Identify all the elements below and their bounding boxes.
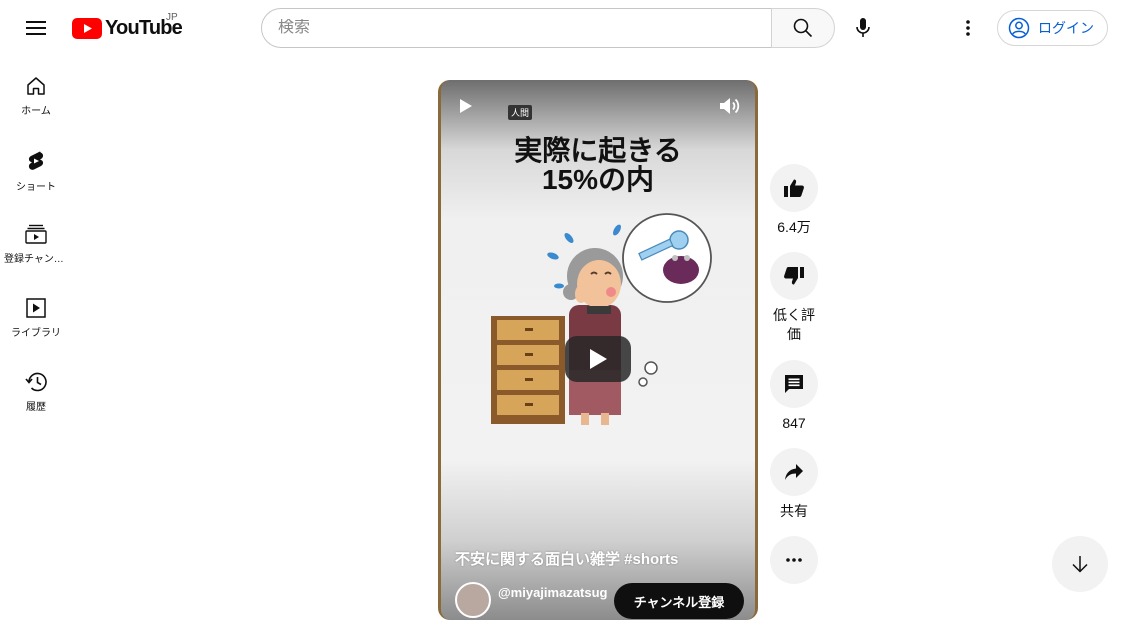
- comment-icon: [785, 375, 803, 393]
- search-box: [261, 8, 772, 48]
- masthead: YouTube JP ログイン: [0, 0, 1124, 56]
- subscribe-button[interactable]: チャンネル登録: [614, 583, 744, 619]
- voice-search-button[interactable]: [843, 8, 883, 48]
- play-icon: [590, 349, 607, 369]
- thumbs-down-icon: [784, 267, 804, 285]
- thought-bubble-image: [622, 213, 712, 387]
- home-icon: [27, 77, 45, 95]
- thumbs-up-icon: [784, 179, 804, 197]
- drawer-chest-image: [491, 316, 565, 424]
- play-icon: [460, 99, 472, 113]
- menu-button[interactable]: [20, 12, 52, 44]
- library-icon: [26, 298, 46, 318]
- comment-action: 847: [770, 360, 818, 448]
- sidebar-item-history[interactable]: 履歴: [0, 352, 72, 426]
- mini-guide: ホーム ショート 登録チャンネル ライブラリ 履歴: [0, 56, 72, 426]
- shorts-icon: [28, 151, 44, 170]
- sidebar-item-library[interactable]: ライブラリ: [0, 278, 72, 352]
- login-label: ログイン: [1038, 20, 1094, 36]
- comments-button[interactable]: [770, 360, 818, 408]
- volume-button[interactable]: [719, 96, 741, 121]
- video-caption[interactable]: 不安に関する面白い雑学 #shorts: [455, 548, 678, 569]
- dislike-action: 低く評価: [770, 252, 818, 360]
- video-overlay-title: 実際に起きる 15%の内: [441, 136, 755, 194]
- channel-avatar[interactable]: [455, 582, 491, 618]
- youtube-play-logo-icon: [72, 17, 102, 39]
- more-actions-button[interactable]: [770, 536, 818, 584]
- region-code: JP: [166, 12, 178, 23]
- sidebar-item-label: 登録チャンネル: [4, 254, 68, 265]
- sidebar-item-home[interactable]: ホーム: [0, 56, 72, 130]
- shorts-actions: 6.4万 低く評価 847 共有: [770, 164, 818, 584]
- microphone-icon: [856, 18, 870, 37]
- more-vertical-icon: [966, 20, 970, 36]
- video-frame[interactable]: 人間 実際に起きる 15%の内 不安に関する面白い雑学 #shorts @miy…: [441, 80, 755, 620]
- sidebar-item-subscriptions[interactable]: 登録チャンネル: [0, 204, 72, 278]
- hamburger-icon: [26, 21, 46, 35]
- sidebar-item-label: ショート: [16, 182, 56, 193]
- like-button[interactable]: [770, 164, 818, 212]
- sidebar-item-label: 履歴: [26, 402, 46, 413]
- search-button[interactable]: [771, 8, 835, 48]
- settings-menu-button[interactable]: [952, 12, 984, 44]
- center-play-button[interactable]: [565, 336, 631, 382]
- share-label: 共有: [780, 503, 808, 519]
- account-icon: [1008, 17, 1030, 39]
- dislike-button[interactable]: [770, 252, 818, 300]
- share-action: 共有: [770, 448, 818, 536]
- search-icon: [793, 18, 813, 38]
- share-icon: [785, 464, 803, 480]
- sidebar-item-label: ホーム: [21, 106, 51, 117]
- like-count: 6.4万: [777, 219, 811, 235]
- next-video-button[interactable]: [1052, 536, 1108, 592]
- volume-icon: [720, 98, 740, 114]
- play-pause-button[interactable]: [459, 98, 473, 119]
- sidebar-item-shorts[interactable]: ショート: [0, 130, 72, 204]
- like-action: 6.4万: [770, 164, 818, 252]
- video-badge: 人間: [508, 105, 533, 120]
- search-input[interactable]: [278, 19, 771, 37]
- channel-handle[interactable]: @miyajimazatsug: [498, 585, 608, 600]
- video-illustration: [491, 213, 712, 425]
- more-horizontal-icon: [786, 558, 802, 562]
- arrow-down-icon: [1072, 556, 1088, 573]
- overlay-title-line-1: 実際に起きる: [514, 135, 682, 166]
- share-button[interactable]: [770, 448, 818, 496]
- overlay-title-line-2: 15%の内: [541, 164, 655, 195]
- login-button[interactable]: ログイン: [997, 10, 1108, 46]
- dislike-label: 低く評価: [773, 307, 815, 342]
- comment-count: 847: [782, 415, 806, 431]
- shorts-player[interactable]: 人間 実際に起きる 15%の内 不安に関する面白い雑学 #shorts @miy…: [438, 80, 758, 620]
- more-action: [770, 536, 818, 584]
- history-icon: [25, 372, 47, 392]
- subscriptions-icon: [25, 224, 47, 244]
- sidebar-item-label: ライブラリ: [11, 328, 61, 339]
